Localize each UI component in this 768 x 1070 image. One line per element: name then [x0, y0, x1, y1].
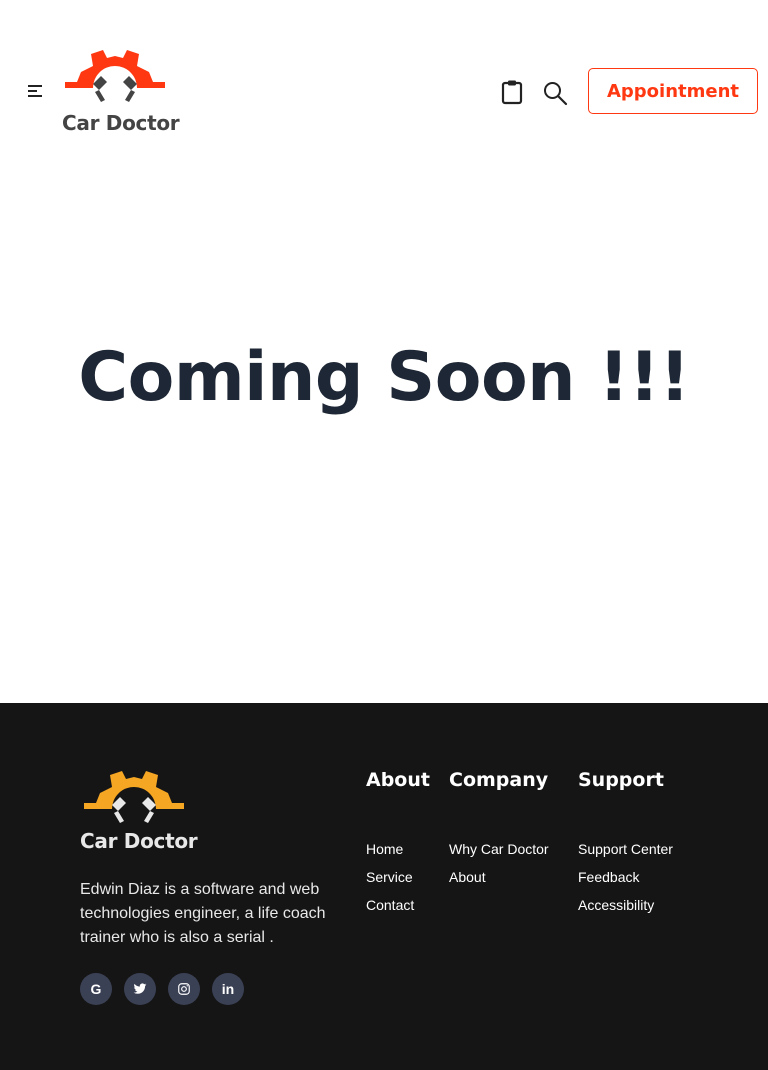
- footer-link-support-center[interactable]: Support Center: [578, 839, 673, 867]
- footer-link-feedback[interactable]: Feedback: [578, 867, 673, 895]
- footer-link-contact[interactable]: Contact: [366, 895, 414, 923]
- clipboard-icon[interactable]: [499, 79, 525, 105]
- footer-column-support: Support Support Center Feedback Accessib…: [578, 769, 673, 913]
- footer-column-title: Company: [449, 769, 549, 791]
- hamburger-menu-icon[interactable]: [24, 80, 46, 102]
- footer-column-title: About: [366, 769, 430, 791]
- social-links: G in: [80, 973, 244, 1005]
- page-title: Coming Soon !!!: [78, 338, 690, 417]
- gear-logo-icon: [65, 50, 165, 102]
- footer-gear-logo-icon: [84, 771, 184, 823]
- search-icon[interactable]: [542, 80, 568, 106]
- footer-link-home[interactable]: Home: [366, 839, 414, 867]
- footer-link-service[interactable]: Service: [366, 867, 414, 895]
- instagram-icon[interactable]: [168, 973, 200, 1005]
- brand-logo[interactable]: Car Doctor: [60, 44, 180, 140]
- footer-brand-logo[interactable]: Car Doctor: [80, 765, 210, 855]
- site-footer: Car Doctor Edwin Diaz is a software and …: [0, 703, 768, 1070]
- google-icon[interactable]: G: [80, 973, 112, 1005]
- footer-link-accessibility[interactable]: Accessibility: [578, 895, 673, 923]
- footer-link-why-car-doctor[interactable]: Why Car Doctor: [449, 839, 549, 867]
- brand-name: Car Doctor: [62, 111, 180, 135]
- footer-column-company: Company Why Car Doctor About: [449, 769, 549, 885]
- footer-link-about[interactable]: About: [449, 867, 549, 895]
- footer-description: Edwin Diaz is a software and web technol…: [80, 881, 326, 946]
- footer-column-about: About Home Service Contact: [366, 769, 430, 913]
- site-header: Car Doctor Appointment: [0, 0, 768, 160]
- appointment-button[interactable]: Appointment: [588, 68, 758, 114]
- footer-column-title: Support: [578, 769, 664, 791]
- twitter-icon[interactable]: [124, 973, 156, 1005]
- footer-brand-name: Car Doctor: [80, 829, 198, 853]
- linkedin-icon[interactable]: in: [212, 973, 244, 1005]
